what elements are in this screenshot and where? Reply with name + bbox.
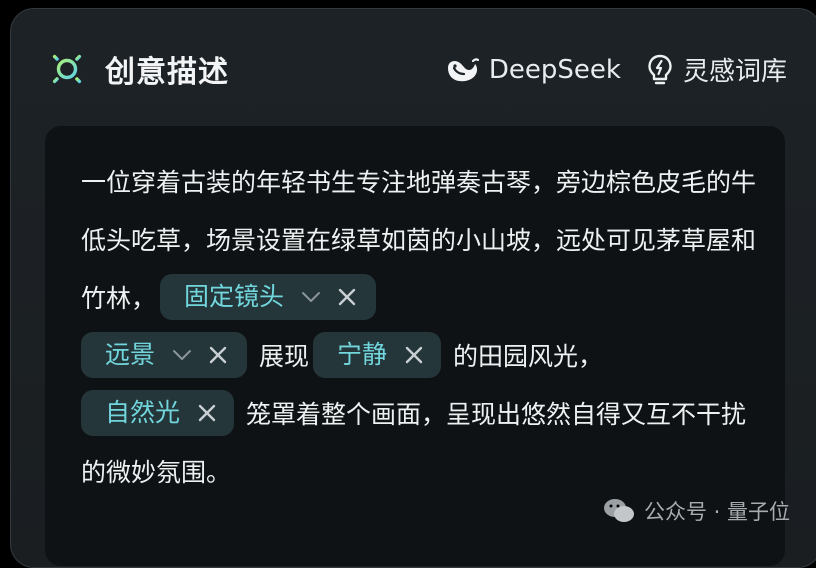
watermark: 公众号 · 量子位 [602,496,790,526]
chevron-down-icon[interactable] [294,280,328,314]
deepseek-button[interactable]: DeepSeek [445,55,621,85]
panel-header: 创意描述 DeepSeek 灵感词库 [11,9,816,125]
inspiration-library-button[interactable]: 灵感词库 [647,51,787,88]
wechat-icon [602,496,636,526]
text-segment: 的田园风光， [453,342,603,371]
close-icon[interactable] [330,280,364,314]
inspiration-label: 灵感词库 [683,51,787,88]
text-segment: 展现 [259,342,309,371]
description-text[interactable]: 一位穿着古装的年轻书生专注地弹奏古琴，旁边棕色皮毛的牛低头吃草，场景设置在绿草如… [81,154,761,502]
sun-icon [47,49,87,89]
chip-label: 远景 [105,332,155,378]
lightbulb-icon [647,54,673,86]
tag-chip-lighting[interactable]: 自然光 [81,390,234,436]
chip-label: 宁静 [337,332,387,378]
deepseek-label: DeepSeek [489,55,621,85]
chevron-down-icon[interactable] [165,338,199,372]
close-icon[interactable] [190,396,224,430]
title-group: 创意描述 [47,47,229,91]
close-icon[interactable] [397,338,431,372]
close-icon[interactable] [201,338,235,372]
tag-chip-mood[interactable]: 宁静 [313,332,441,378]
header-actions: DeepSeek 灵感词库 [445,51,787,88]
tag-chip-camera[interactable]: 固定镜头 [160,274,376,320]
creative-description-panel: 创意描述 DeepSeek 灵感词库 [10,8,816,568]
tag-chip-shot[interactable]: 远景 [81,332,247,378]
watermark-text: 公众号 · 量子位 [644,496,790,526]
whale-icon [445,56,479,84]
chip-label: 自然光 [105,390,180,436]
chip-label: 固定镜头 [184,274,284,320]
page-title: 创意描述 [105,47,229,91]
